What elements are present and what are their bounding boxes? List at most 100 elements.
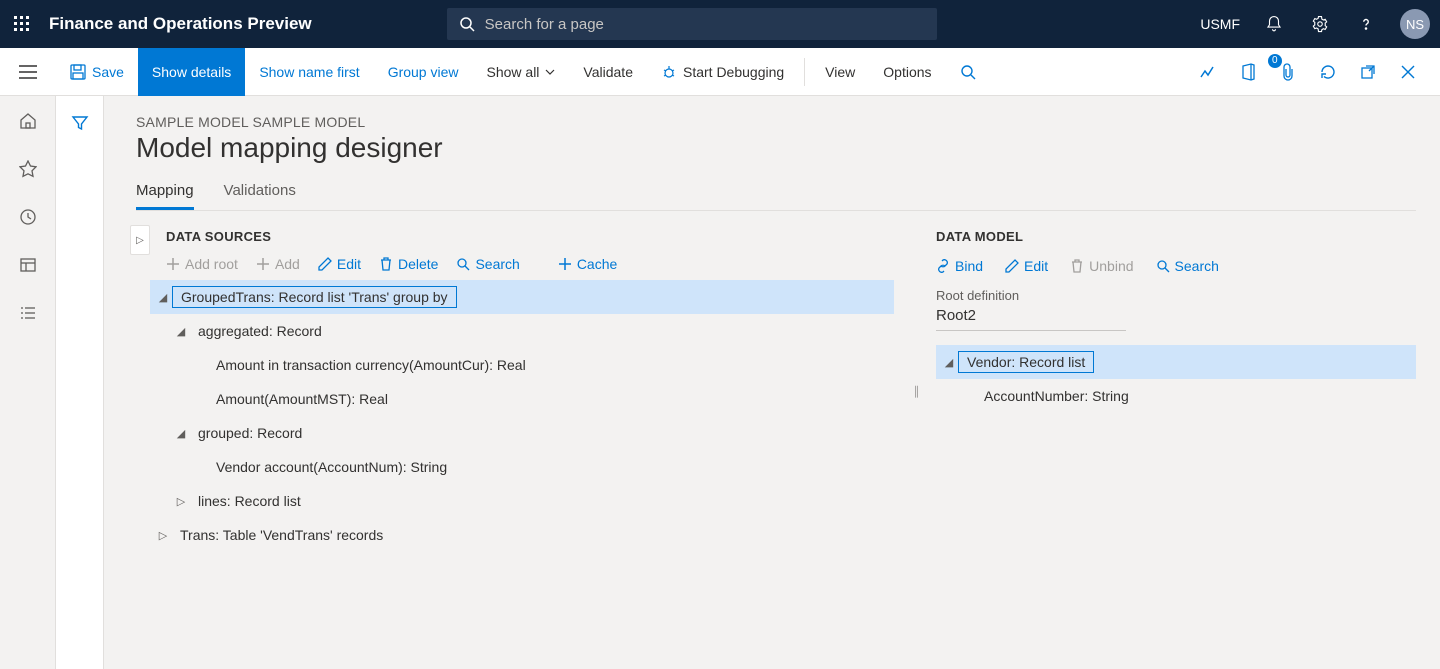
filter-pane [56,96,104,669]
gear-icon[interactable] [1308,12,1332,36]
ds-tree-node[interactable]: ◢ grouped: Record [150,416,894,450]
ds-tree-node[interactable]: Amount in transaction currency(AmountCur… [150,348,894,382]
ds-tree-node[interactable]: ◢ GroupedTrans: Record list 'Trans' grou… [150,280,894,314]
group-view-label: Group view [388,64,459,80]
search-button[interactable]: Search [456,256,519,272]
ds-tree-node[interactable]: Vendor account(AccountNum): String [150,450,894,484]
star-icon[interactable] [17,158,39,180]
save-label: Save [92,64,124,80]
data-sources-heading: DATA SOURCES [166,229,894,244]
dm-tree: ◢ Vendor: Record list AccountNumber: Str… [936,345,1416,413]
delete-button[interactable]: Delete [379,256,438,272]
save-button[interactable]: Save [56,48,138,96]
caret-right-icon[interactable]: ▷ [154,529,172,542]
trash-icon [1070,259,1084,273]
help-icon[interactable] [1354,12,1378,36]
show-name-first-label: Show name first [259,64,359,80]
show-all-button[interactable]: Show all [473,48,570,96]
collapse-ds-types-handle[interactable]: ▷ [130,225,150,255]
tree-node-label: Amount in transaction currency(AmountCur… [208,355,534,375]
cache-button[interactable]: Cache [558,256,617,272]
company-code[interactable]: USMF [1200,16,1240,32]
user-avatar[interactable]: NS [1400,9,1430,39]
global-search[interactable] [447,8,937,40]
attachments-icon[interactable]: 0 [1276,60,1300,84]
options-button[interactable]: Options [869,48,945,96]
validate-button[interactable]: Validate [569,48,647,96]
global-search-input[interactable] [485,16,925,33]
refresh-icon[interactable] [1316,60,1340,84]
start-debugging-button[interactable]: Start Debugging [647,48,798,96]
tree-node-label: GroupedTrans: Record list 'Trans' group … [172,286,457,308]
dm-edit-button[interactable]: Edit [1005,258,1048,274]
office-icon[interactable] [1236,60,1260,84]
dm-toolbar: Bind Edit Unbind Search [936,258,1416,274]
find-button[interactable] [946,48,990,96]
view-button[interactable]: View [811,48,869,96]
hamburger-icon[interactable] [0,65,56,79]
start-debugging-label: Start Debugging [683,64,784,80]
workspace-icon[interactable] [17,254,39,276]
caret-down-icon[interactable]: ◢ [172,325,190,338]
separator [804,58,805,86]
link-icon [936,259,950,273]
trash-icon [379,257,393,271]
dm-search-label: Search [1175,258,1219,274]
ds-tree-node[interactable]: Amount(AmountMST): Real [150,382,894,416]
pencil-icon [318,257,332,271]
options-label: Options [883,64,931,80]
edit-button[interactable]: Edit [318,256,361,272]
dm-tree-node[interactable]: AccountNumber: String [936,379,1416,413]
pencil-icon [1005,259,1019,273]
ds-tree-node[interactable]: ▷ Trans: Table 'VendTrans' records [150,518,894,552]
dm-edit-label: Edit [1024,258,1048,274]
show-details-label: Show details [152,64,231,80]
search-icon [960,64,976,80]
waffle-icon[interactable] [10,12,34,36]
tree-node-label: aggregated: Record [190,321,330,341]
add-root-button[interactable]: Add root [166,256,238,272]
bell-icon[interactable] [1262,12,1286,36]
filter-icon[interactable] [71,114,89,669]
search-icon [456,257,470,271]
data-model-panel: DATA MODEL Bind Edit Unbind Search [936,229,1416,552]
modules-icon[interactable] [17,302,39,324]
show-details-button[interactable]: Show details [138,48,245,96]
popup-icon[interactable] [1356,60,1380,84]
show-all-label: Show all [487,64,540,80]
tab-mapping[interactable]: Mapping [136,182,194,210]
dm-tree-node[interactable]: ◢ Vendor: Record list [936,345,1416,379]
edit-label: Edit [337,256,361,272]
performance-icon[interactable] [1196,60,1220,84]
splitter[interactable]: ∥ [912,229,918,552]
attachment-count: 0 [1268,54,1282,68]
unbind-button[interactable]: Unbind [1070,258,1133,274]
home-icon[interactable] [17,110,39,132]
close-icon[interactable] [1396,60,1420,84]
view-label: View [825,64,855,80]
ds-tree-node[interactable]: ▷ lines: Record list [150,484,894,518]
caret-down-icon[interactable]: ◢ [940,356,958,369]
chevron-down-icon [545,69,555,75]
validate-label: Validate [583,64,633,80]
dm-search-button[interactable]: Search [1156,258,1219,274]
top-bar: Finance and Operations Preview USMF NS [0,0,1440,48]
group-view-button[interactable]: Group view [374,48,473,96]
root-def-value[interactable]: Root2 [936,303,1126,331]
caret-right-icon[interactable]: ▷ [172,495,190,508]
bind-button[interactable]: Bind [936,258,983,274]
tab-validations[interactable]: Validations [224,182,296,210]
add-button[interactable]: Add [256,256,300,272]
save-icon [70,64,86,80]
tree-node-label: Vendor account(AccountNum): String [208,457,455,477]
data-model-heading: DATA MODEL [936,229,1416,244]
caret-down-icon[interactable]: ◢ [172,427,190,440]
search-label: Search [475,256,519,272]
ds-tree-node[interactable]: ◢ aggregated: Record [150,314,894,348]
page-title: Model mapping designer [136,132,1416,164]
app-title: Finance and Operations Preview [49,14,312,34]
clock-icon[interactable] [17,206,39,228]
plus-icon [166,257,180,271]
caret-down-icon[interactable]: ◢ [154,291,172,304]
show-name-first-button[interactable]: Show name first [245,48,373,96]
